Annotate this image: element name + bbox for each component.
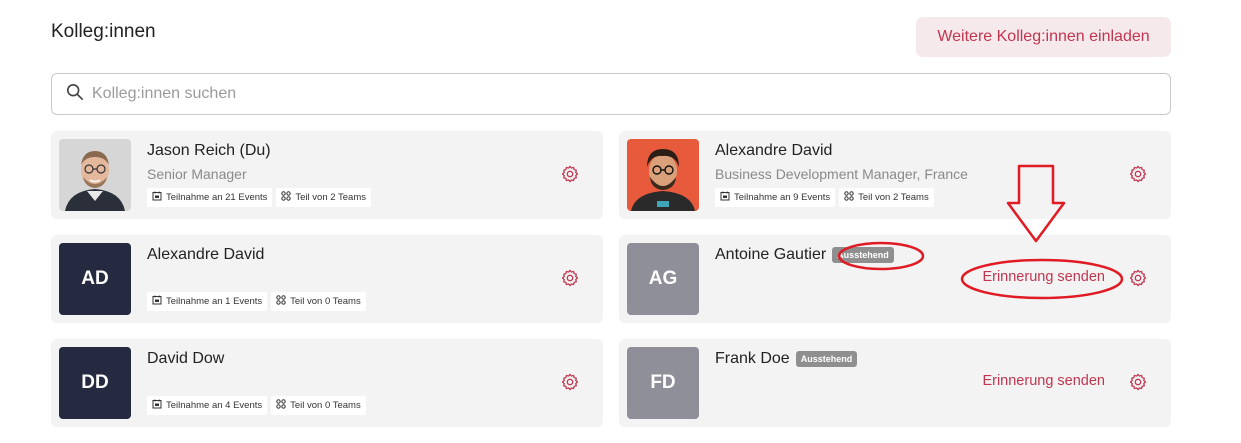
- gear-icon[interactable]: [1129, 373, 1147, 391]
- gear-icon[interactable]: [1129, 165, 1147, 183]
- calendar-icon: [152, 295, 162, 308]
- colleague-name: David Dow: [147, 350, 225, 367]
- page-title: Kolleg:innen: [51, 21, 156, 42]
- teams-chip: Teil von 0 Teams: [271, 292, 366, 311]
- avatar-initials: DD: [59, 347, 131, 419]
- search-bar: [51, 73, 1171, 115]
- colleague-card: AD Alexandre David Teilnahme an 1 Events…: [51, 235, 603, 323]
- colleague-card: DD David Dow Teilnahme an 4 Events Teil …: [51, 339, 603, 427]
- colleague-name: Alexandre David: [715, 142, 833, 159]
- stats-chips: Teilnahme an 4 Events Teil von 0 Teams: [147, 396, 366, 415]
- colleague-card: AG Antoine Gautier Ausstehend Erinnerung…: [619, 235, 1171, 323]
- calendar-icon: [152, 399, 162, 412]
- calendar-icon: [720, 191, 730, 204]
- events-chip: Teilnahme an 1 Events: [147, 292, 268, 311]
- teams-chip: Teil von 2 Teams: [276, 188, 371, 207]
- avatar-photo: [627, 139, 699, 211]
- stats-chips: Teilnahme an 1 Events Teil von 0 Teams: [147, 292, 366, 311]
- colleague-role: Business Development Manager, France: [715, 166, 968, 182]
- gear-icon[interactable]: [561, 269, 579, 287]
- pending-badge: Ausstehend: [832, 247, 894, 263]
- teams-grid-icon: [276, 295, 286, 308]
- pending-badge: Ausstehend: [795, 351, 858, 367]
- gear-icon[interactable]: [561, 165, 579, 183]
- stats-chips: Teilnahme an 21 Events Teil von 2 Teams: [147, 188, 371, 207]
- teams-grid-icon: [281, 191, 292, 204]
- teams-grid-icon: [276, 399, 286, 412]
- colleague-name: Alexandre David: [147, 246, 265, 263]
- send-reminder-link[interactable]: Erinnerung senden: [982, 269, 1105, 285]
- avatar-initials: AG: [627, 243, 699, 315]
- avatar-initials: FD: [627, 347, 699, 419]
- teams-grid-icon: [844, 191, 854, 204]
- colleague-name: Frank Doe Ausstehend: [715, 350, 858, 368]
- invite-colleagues-button[interactable]: Weitere Kolleg:innen einladen: [916, 17, 1171, 57]
- avatar-photo: [59, 139, 131, 211]
- colleague-role: Senior Manager: [147, 166, 247, 182]
- search-icon: [66, 83, 92, 106]
- calendar-icon: [152, 191, 162, 204]
- gear-icon[interactable]: [1129, 269, 1147, 287]
- colleague-name: Antoine Gautier Ausstehend: [715, 246, 894, 264]
- teams-chip: Teil von 0 Teams: [271, 396, 366, 415]
- events-chip: Teilnahme an 4 Events: [147, 396, 268, 415]
- colleague-name: Jason Reich (Du): [147, 142, 271, 159]
- teams-chip: Teil von 2 Teams: [839, 188, 934, 207]
- stats-chips: Teilnahme an 9 Events Teil von 2 Teams: [715, 188, 934, 207]
- avatar-initials: AD: [59, 243, 131, 315]
- events-chip: Teilnahme an 9 Events: [715, 188, 836, 207]
- colleague-card: Alexandre David Business Development Man…: [619, 131, 1171, 219]
- search-input[interactable]: [92, 85, 1170, 103]
- send-reminder-link[interactable]: Erinnerung senden: [982, 373, 1105, 389]
- events-chip: Teilnahme an 21 Events: [147, 188, 273, 207]
- colleague-card: FD Frank Doe Ausstehend Erinnerung sende…: [619, 339, 1171, 427]
- colleague-card: Jason Reich (Du) Senior Manager Teilnahm…: [51, 131, 603, 219]
- gear-icon[interactable]: [561, 373, 579, 391]
